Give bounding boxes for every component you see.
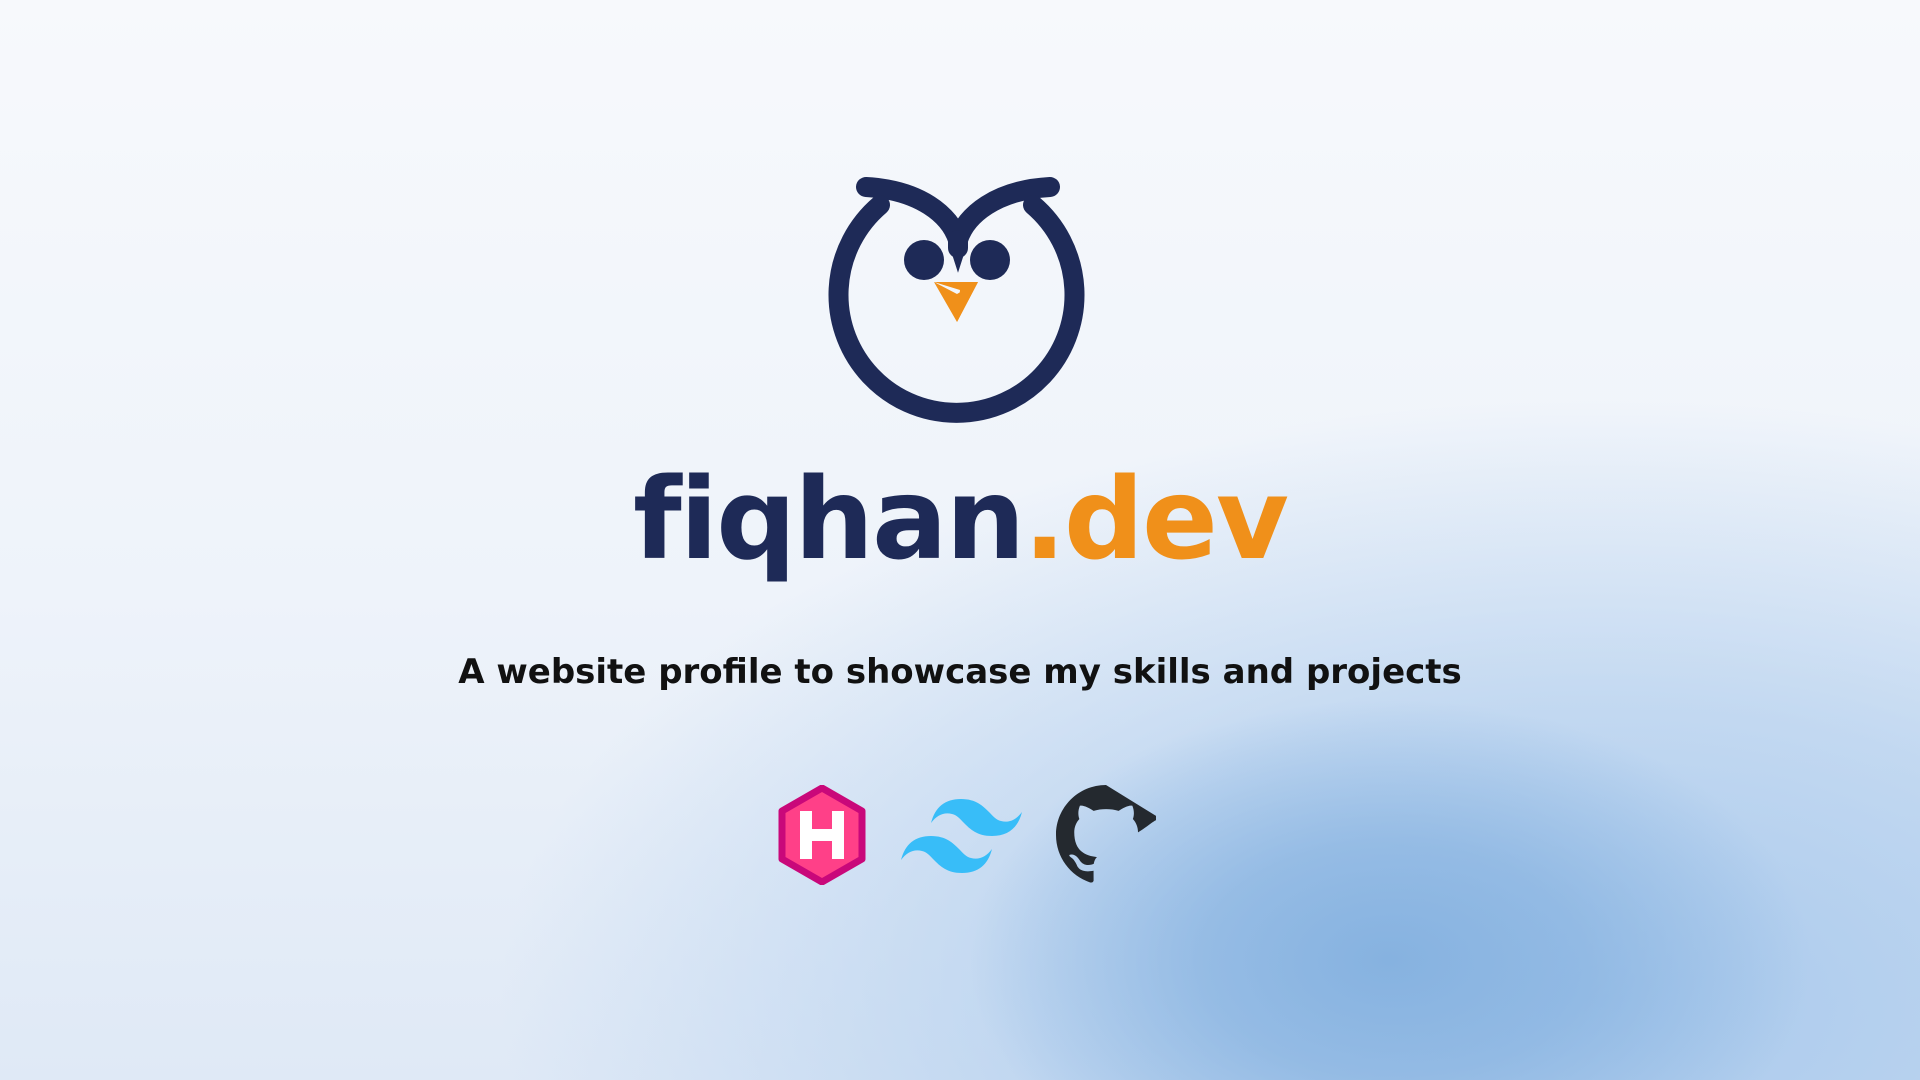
brand-tld: .dev <box>1023 455 1289 585</box>
owl-logo <box>828 177 1085 423</box>
brand-title: fiqhan.dev <box>0 455 1920 585</box>
hugo-icon <box>778 785 866 885</box>
brand-name: fiqhan <box>632 455 1025 585</box>
github-icon[interactable] <box>1056 785 1156 885</box>
tagline: A website profile to showcase my skills … <box>458 652 1462 692</box>
tech-icons <box>778 785 1156 885</box>
tailwind-icon <box>901 799 1022 873</box>
